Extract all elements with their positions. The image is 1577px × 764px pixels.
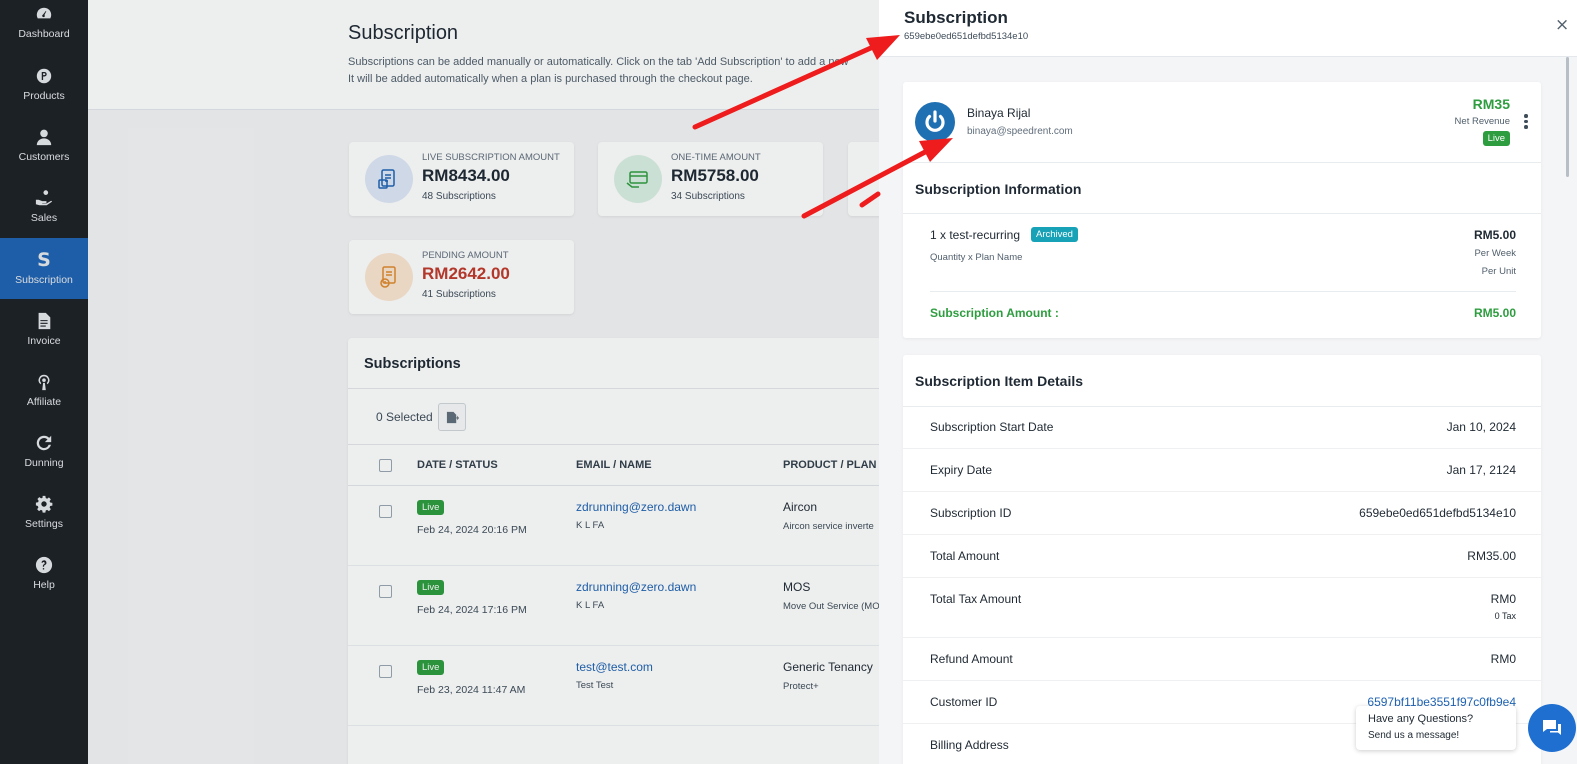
power-icon (925, 110, 945, 132)
chat-prompt-subtitle: Send us a message! (1368, 730, 1460, 741)
drawer-title: Subscription (904, 8, 1008, 27)
details-card: Subscription Item Details Subscription S… (903, 355, 1541, 764)
item-subtext: Quantity x Plan Name (930, 252, 1023, 263)
detail-row-total-amount: Total Amount RM35.00 (903, 535, 1541, 578)
section-title: Subscription Item Details (915, 373, 1084, 389)
modal-backdrop[interactable] (0, 0, 879, 764)
detail-row-expiry-date: Expiry Date Jan 17, 2124 (903, 449, 1541, 492)
close-icon[interactable]: × (1555, 15, 1569, 35)
section-title: Subscription Information (915, 181, 1082, 197)
detail-row-subscription-id: Subscription ID 659ebe0ed651defbd5134e10 (903, 492, 1541, 535)
detail-value: RM35.00 (1467, 549, 1516, 563)
scrollbar[interactable] (1566, 57, 1569, 177)
detail-row-total-tax: Total Tax Amount RM0 0 Tax (903, 578, 1541, 638)
chat-launcher-button[interactable] (1528, 704, 1576, 752)
customer-card: Binaya Rijal binaya@speedrent.com RM35 N… (903, 82, 1541, 338)
price-unit: Per Unit (1481, 266, 1516, 277)
detail-value: Jan 10, 2024 (1446, 420, 1516, 434)
customer-name: Binaya Rijal (967, 106, 1031, 120)
detail-label: Total Tax Amount (930, 592, 1022, 606)
subscription-amount-label: Subscription Amount : (930, 306, 1059, 320)
net-revenue-amount: RM35 (1472, 96, 1510, 112)
detail-label: Subscription Start Date (930, 420, 1054, 434)
divider (903, 162, 1541, 163)
detail-value: Jan 17, 2124 (1446, 463, 1516, 477)
detail-subvalue: 0 Tax (1494, 611, 1516, 621)
detail-label: Refund Amount (930, 652, 1013, 666)
item-price: RM5.00 (1473, 228, 1516, 242)
detail-row-start-date: Subscription Start Date Jan 10, 2024 (903, 406, 1541, 449)
avatar (915, 102, 955, 142)
archived-badge: Archived (1031, 227, 1078, 242)
net-revenue-label: Net Revenue (1454, 116, 1510, 127)
detail-value: 659ebe0ed651defbd5134e10 (1359, 506, 1516, 520)
detail-label: Billing Address (930, 738, 1009, 752)
detail-row-refund-amount: Refund Amount RM0 (903, 638, 1541, 681)
subscription-amount-value: RM5.00 (1473, 306, 1516, 320)
drawer-header: Subscription 659ebe0ed651defbd5134e10 × (879, 0, 1577, 57)
divider (903, 213, 1541, 214)
detail-label: Total Amount (930, 549, 1000, 563)
subscription-item: 1 x test-recurring (930, 228, 1021, 242)
status-badge: Live (1482, 131, 1510, 146)
detail-value: RM0 (1490, 652, 1516, 666)
chat-icon (1543, 720, 1561, 735)
customer-email: binaya@speedrent.com (967, 126, 1073, 137)
detail-label: Customer ID (930, 695, 998, 709)
chat-prompt[interactable]: Have any Questions? Send us a message! (1356, 706, 1516, 750)
more-options-icon[interactable] (1524, 114, 1528, 131)
subscription-drawer: Subscription 659ebe0ed651defbd5134e10 × … (879, 0, 1577, 764)
detail-label: Subscription ID (930, 506, 1012, 520)
price-interval: Per Week (1474, 248, 1516, 259)
chat-prompt-title: Have any Questions? (1368, 713, 1474, 725)
detail-value: RM0 (1490, 592, 1516, 606)
detail-label: Expiry Date (930, 463, 993, 477)
divider (930, 291, 1516, 292)
drawer-subscription-id: 659ebe0ed651defbd5134e10 (904, 31, 1029, 42)
